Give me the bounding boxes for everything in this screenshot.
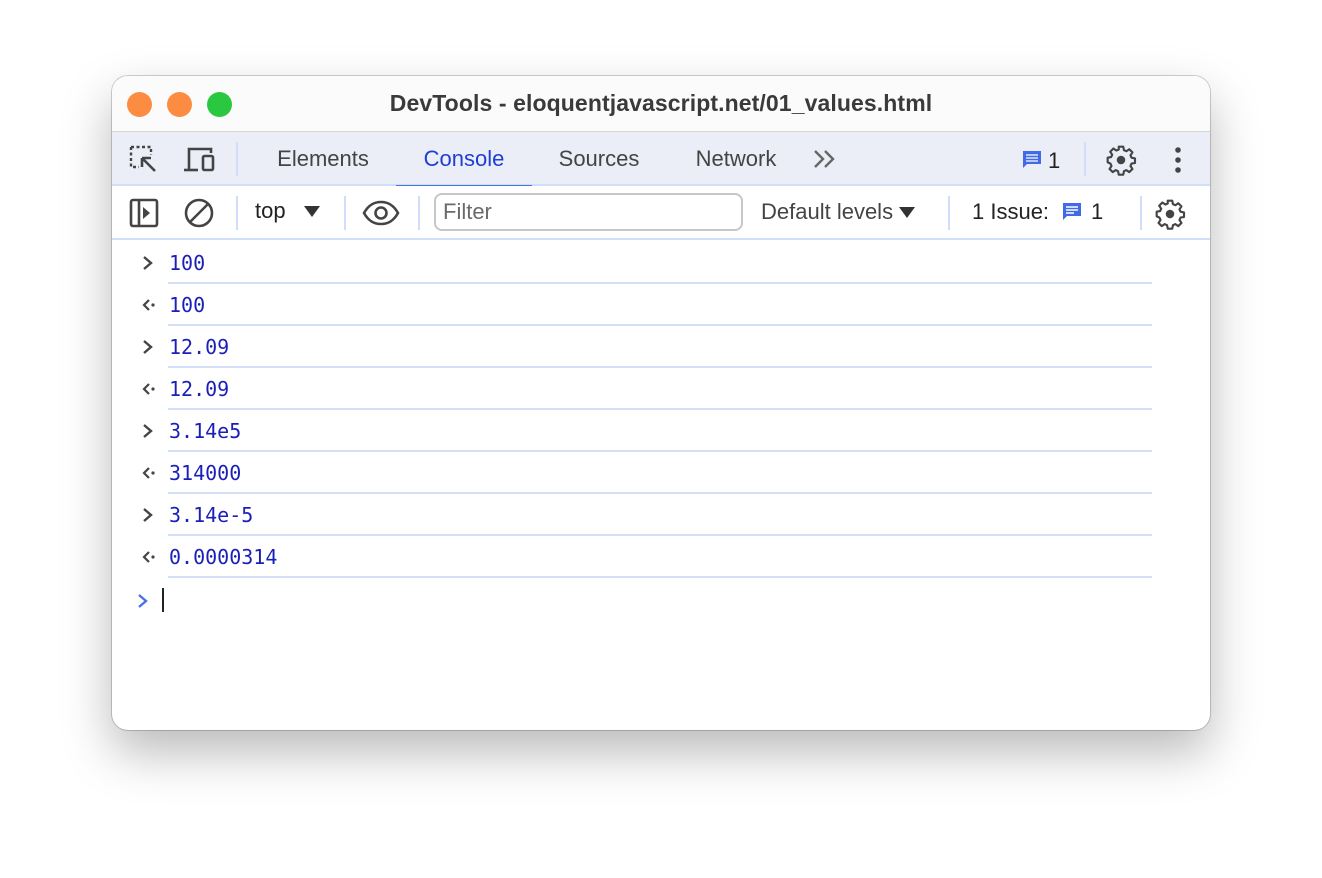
tab-elements[interactable]: Elements (260, 132, 386, 186)
console-output: 100 100 12.09 12.09 3.14e5 314000 3.14e-5 0.000… (112, 242, 1210, 624)
console-value: 314000 (169, 461, 242, 485)
console-input-entry[interactable]: 3.14e5 (112, 410, 1210, 452)
eye-icon (362, 200, 400, 226)
console-value: 3.14e-5 (169, 503, 254, 527)
clear-icon (184, 198, 214, 228)
result-arrow-icon (142, 467, 155, 479)
input-chevron-icon (143, 256, 153, 270)
issues-button[interactable]: 1 Issue: 1 (972, 199, 1103, 225)
more-tabs-button[interactable] (810, 146, 840, 172)
result-arrow-icon (142, 551, 155, 563)
console-value: 0.0000314 (169, 545, 278, 569)
console-toolbar: top Default levels 1 Issue: 1 (112, 186, 1210, 240)
messages-count: 1 (1048, 148, 1061, 173)
console-result-entry[interactable]: 100 (112, 284, 1210, 326)
inspect-element-button[interactable] (128, 144, 160, 176)
clear-console-button[interactable] (183, 197, 215, 229)
sidebar-toggle-icon (129, 198, 159, 228)
inspect-element-icon (129, 145, 156, 172)
devtools-window: DevTools - eloquentjavascript.net/01_val… (112, 76, 1210, 730)
messages-button[interactable] (1020, 148, 1044, 172)
tab-network[interactable]: Network (678, 132, 794, 186)
panel-tab-bar: Elements Console Sources Network 1 (112, 132, 1210, 188)
context-selector[interactable]: top (255, 198, 320, 224)
tab-console[interactable]: Console (396, 132, 532, 188)
input-chevron-icon (143, 508, 153, 522)
gear-icon (1155, 199, 1186, 230)
issue-message-icon (1063, 203, 1082, 220)
divider (948, 196, 950, 230)
divider (344, 196, 346, 230)
log-levels-label: Default levels (761, 199, 894, 224)
console-prompt[interactable] (112, 578, 1210, 624)
console-input-entry[interactable]: 12.09 (112, 326, 1210, 368)
console-value: 3.14e5 (169, 419, 242, 443)
more-tabs-icon (814, 150, 835, 168)
settings-button[interactable] (1104, 143, 1138, 177)
divider (236, 142, 238, 176)
result-arrow-icon (142, 299, 155, 311)
tab-sources[interactable]: Sources (542, 132, 656, 186)
console-result-entry[interactable]: 0.0000314 (112, 536, 1210, 578)
divider (1140, 196, 1142, 230)
more-options-button[interactable] (1166, 143, 1190, 177)
message-icon (1023, 151, 1041, 168)
input-chevron-icon (143, 424, 153, 438)
issues-label: 1 Issue: (972, 199, 1050, 224)
result-arrow-icon (142, 383, 155, 395)
context-label: top (255, 198, 286, 223)
divider (236, 196, 238, 230)
device-toolbar-button[interactable] (182, 144, 218, 176)
issues-count: 1 (1091, 199, 1104, 224)
caret-down-icon (303, 205, 320, 217)
console-input-entry[interactable]: 100 (112, 242, 1210, 284)
show-sidebar-button[interactable] (128, 197, 160, 229)
prompt-chevron-icon (138, 594, 148, 608)
divider (1084, 142, 1086, 176)
console-result-entry[interactable]: 12.09 (112, 368, 1210, 410)
caret-down-icon (899, 206, 916, 218)
console-input-entry[interactable]: 3.14e-5 (112, 494, 1210, 536)
divider (418, 196, 420, 230)
filter-input[interactable] (434, 193, 743, 231)
text-cursor (162, 588, 164, 612)
title-bar: DevTools - eloquentjavascript.net/01_val… (112, 76, 1210, 132)
gear-icon (1106, 145, 1137, 176)
log-levels-dropdown[interactable]: Default levels (761, 199, 916, 225)
window-title: DevTools - eloquentjavascript.net/01_val… (389, 90, 933, 116)
console-result-entry[interactable]: 314000 (112, 452, 1210, 494)
console-value: 100 (169, 293, 206, 317)
console-settings-button[interactable] (1153, 197, 1187, 231)
console-value: 12.09 (169, 335, 230, 359)
console-value: 12.09 (169, 377, 230, 401)
device-toolbar-icon (184, 147, 215, 172)
input-chevron-icon (143, 340, 153, 354)
kebab-menu-icon (1175, 147, 1181, 173)
console-value: 100 (169, 251, 206, 275)
live-expression-button[interactable] (362, 199, 400, 227)
